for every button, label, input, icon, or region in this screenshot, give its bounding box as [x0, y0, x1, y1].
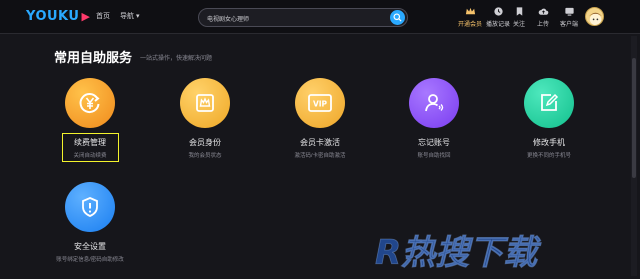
service-desc: 激活码/卡密自助激活 — [294, 153, 346, 159]
upload-label: 上传 — [537, 22, 550, 28]
user-avatar[interactable] — [585, 7, 604, 26]
site-watermark: R热搜下载 — [375, 233, 543, 274]
vip-membership-label: 开通会员 — [458, 22, 483, 28]
vip-membership-button[interactable]: 开通会员 — [458, 6, 482, 28]
service-name: 会员身份 — [189, 138, 221, 147]
search-input[interactable] — [207, 12, 387, 24]
search-button[interactable] — [390, 10, 405, 25]
service-desc: 账号绑定信息/密码自助修改 — [56, 257, 124, 263]
service-name: 修改手机 — [533, 138, 565, 147]
service-forgot-account[interactable]: 忘记账号 账号自助找回 — [379, 78, 489, 159]
logo-text: YOUKU — [26, 9, 80, 24]
service-card-activation[interactable]: VIP 会员卡激活 激活码/卡密自助激活 — [265, 78, 375, 159]
client-download-button[interactable]: 客户端 — [560, 6, 578, 28]
search-box — [198, 8, 408, 27]
chevron-down-icon: ▾ — [136, 13, 140, 20]
svg-text:VIP: VIP — [313, 100, 328, 109]
download-client-icon — [564, 6, 575, 17]
top-navigation-bar: YOUKU▶ 首页 导航▾ 开通会员 播放记录 关注 — [0, 0, 640, 34]
bookmark-icon — [514, 6, 525, 17]
client-download-label: 客户端 — [560, 22, 579, 28]
youku-logo[interactable]: YOUKU ▶ — [26, 9, 90, 24]
service-desc: 更换不同的手机号 — [526, 153, 571, 159]
selection-highlight-box — [62, 133, 119, 162]
service-desc: 账号自助找回 — [417, 153, 451, 159]
nav-guide-label: 导航 — [120, 13, 134, 20]
crown-card-icon — [180, 78, 230, 128]
shield-alert-icon — [65, 182, 115, 232]
search-icon — [393, 13, 402, 22]
nav-home-link[interactable]: 首页 — [96, 11, 110, 21]
history-button[interactable]: 播放记录 — [486, 6, 510, 28]
history-clock-icon — [493, 6, 504, 17]
avatar-face-icon — [588, 12, 603, 25]
logo-play-icon: ▶ — [81, 10, 91, 23]
section-title: 常用自助服务 — [54, 50, 133, 65]
nav-guide-dropdown[interactable]: 导航 ▾ — [120, 11, 140, 21]
service-security-settings[interactable]: 安全设置 账号绑定信息/密码自助修改 — [35, 182, 145, 263]
upload-cloud-icon — [538, 6, 549, 17]
page-scrollbar[interactable] — [631, 36, 637, 276]
service-change-phone[interactable]: 修改手机 更换不同的手机号 — [494, 78, 604, 159]
service-membership-status[interactable]: 会员身份 我的会员状态 — [150, 78, 260, 159]
scrollbar-thumb[interactable] — [632, 58, 636, 178]
service-name: 安全设置 — [74, 242, 106, 251]
service-name: 会员卡激活 — [300, 138, 340, 147]
user-search-icon — [409, 78, 459, 128]
service-name: 忘记账号 — [418, 138, 450, 147]
yen-refresh-icon — [65, 78, 115, 128]
section-subtitle: 一站式操作，快速解决问题 — [140, 56, 213, 62]
watermark-text: R热搜下载 — [375, 233, 542, 273]
upload-button[interactable]: 上传 — [537, 6, 549, 28]
edit-phone-icon — [524, 78, 574, 128]
history-label: 播放记录 — [486, 22, 511, 28]
follow-button[interactable]: 关注 — [513, 6, 525, 28]
vip-card-icon: VIP — [295, 78, 345, 128]
service-desc: 我的会员状态 — [188, 153, 222, 159]
vip-crown-icon — [465, 6, 476, 17]
follow-label: 关注 — [513, 22, 526, 28]
main-nav: 首页 导航 ▾ — [96, 11, 140, 21]
